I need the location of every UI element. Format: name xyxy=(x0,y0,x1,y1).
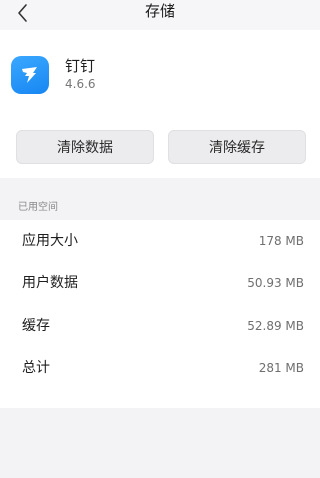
list-item: 缓存 52.89 MB xyxy=(0,305,320,347)
dingtalk-logo-icon xyxy=(11,56,49,94)
app-info-card: 钉钉 4.6.6 清除数据 清除缓存 xyxy=(0,30,320,178)
app-version: 4.6.6 xyxy=(65,77,96,91)
page-title: 存储 xyxy=(144,2,175,20)
row-label: 应用大小 xyxy=(22,233,78,249)
app-name: 钉钉 xyxy=(65,57,96,75)
clear-cache-button[interactable]: 清除缓存 xyxy=(168,130,306,164)
list-item: 总计 281 MB xyxy=(0,347,320,389)
row-label: 用户数据 xyxy=(22,275,78,291)
row-value: 281 MB xyxy=(258,361,304,375)
row-label: 缓存 xyxy=(22,318,50,334)
row-value: 52.89 MB xyxy=(247,319,304,333)
row-label: 总计 xyxy=(22,360,50,376)
list-item: 应用大小 178 MB xyxy=(0,220,320,262)
row-value: 178 MB xyxy=(258,234,304,248)
row-value: 50.93 MB xyxy=(247,276,304,290)
storage-list: 应用大小 178 MB 用户数据 50.93 MB 缓存 52.89 MB 总计… xyxy=(0,220,320,408)
storage-section-label: 已用空间 xyxy=(18,202,58,213)
top-bar: 存储 xyxy=(0,0,320,30)
list-item: 用户数据 50.93 MB xyxy=(0,262,320,304)
clear-data-button[interactable]: 清除数据 xyxy=(16,130,154,164)
